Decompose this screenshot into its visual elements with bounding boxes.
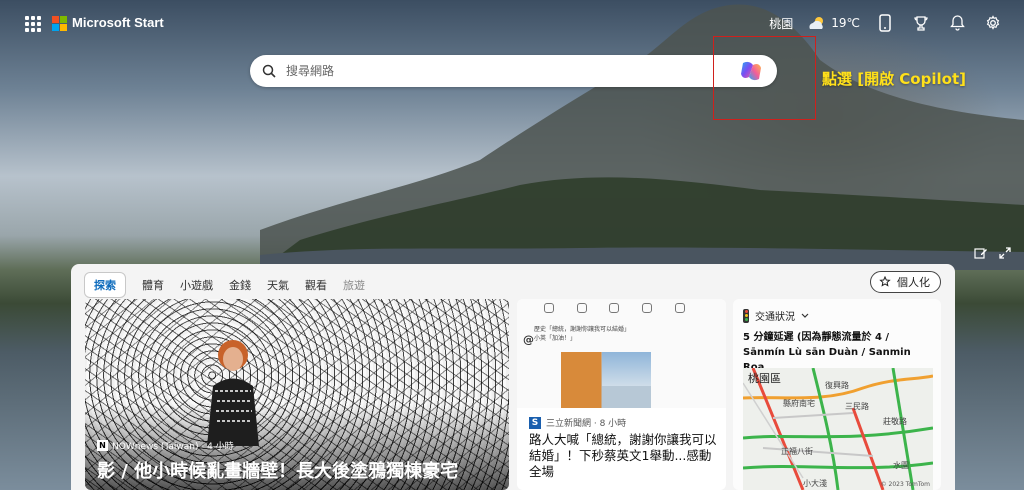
map-label-road: 水園	[893, 461, 909, 470]
traffic-map[interactable]: 桃園區 復興路 縣府南宅 三民路 莊敬路 正福八街 小大淺 水園 © 2023 …	[743, 368, 933, 490]
tab-weather[interactable]: 天氣	[259, 273, 297, 297]
brand-name[interactable]: Microsoft Start	[72, 15, 164, 30]
location-label[interactable]: 桃園	[769, 15, 793, 32]
search-icon	[262, 64, 276, 78]
weather-widget[interactable]: 19℃	[807, 15, 860, 31]
nownews-logo-icon: N	[97, 440, 108, 451]
thumbnail-caption: 歷史「總統，謝謝你讓我可以結婚」 小英「加油！」	[534, 326, 631, 342]
instruction-annotation: 點選 [開啟 Copilot]	[822, 70, 966, 88]
news-source-text: 三立新聞網 · 8 小時	[546, 419, 627, 429]
map-label-city: 桃園區	[748, 372, 781, 385]
map-label-road: 莊敬路	[883, 417, 907, 426]
rewards-trophy-icon[interactable]	[910, 12, 932, 34]
top-bar: Microsoft Start 桃園 19℃	[0, 0, 1024, 48]
traffic-card: 交通狀況 5 分鐘延遲 (因為靜態流量於 4 / Sānmín Lù sān D…	[733, 299, 941, 490]
featured-source-text: NOWnews (Taiwan) · 4 小時	[112, 442, 234, 452]
news-thumbnail: @ 歷史「總統，謝謝你讓我可以結婚」 小英「加油！」	[517, 299, 726, 408]
building-photo	[561, 352, 651, 408]
map-label-road: 縣府南宅	[783, 399, 815, 408]
top-right-controls: 桃園 19℃	[769, 12, 1004, 34]
personalize-icon	[879, 276, 891, 287]
map-label-road: 復興路	[825, 381, 849, 390]
news-card[interactable]: @ 歷史「總統，謝謝你讓我可以結婚」 小英「加油！」 S 三立新聞網 · 8 小…	[517, 299, 726, 490]
news-headline[interactable]: 路人大喊「總統，謝謝你讓我可以結婚」！下秒蔡英文1舉動...感動全場	[529, 432, 719, 480]
map-copyright: © 2023 TomTom	[880, 481, 930, 488]
personalize-button[interactable]: 個人化	[870, 271, 941, 293]
expand-icon[interactable]	[997, 245, 1013, 261]
traffic-header-label: 交通狀況	[755, 312, 795, 323]
cloud-sun-icon	[809, 17, 824, 29]
setn-logo-icon: S	[529, 416, 541, 429]
threads-logo-icon: @	[523, 333, 534, 346]
map-label-road: 三民路	[845, 402, 869, 411]
background-image-tools	[973, 245, 1013, 261]
notification-bell-icon[interactable]	[946, 12, 968, 34]
personalize-label: 個人化	[897, 276, 930, 289]
traffic-light-icon	[743, 308, 749, 323]
map-label-road: 正福八街	[781, 447, 813, 456]
temperature: 19℃	[831, 16, 860, 30]
map-label-road: 小大淺	[803, 479, 827, 488]
settings-gear-icon[interactable]	[982, 12, 1004, 34]
featured-news-card[interactable]: N NOWnews (Taiwan) · 4 小時 影 / 他小時候亂畫牆壁！長…	[85, 299, 509, 490]
featured-source: N NOWnews (Taiwan) · 4 小時	[97, 439, 234, 452]
featured-headline[interactable]: 影 / 他小時候亂畫牆壁！長大後塗鴉獨棟豪宅	[97, 457, 458, 483]
person-figure-image	[207, 340, 259, 446]
tab-watch[interactable]: 觀看	[297, 273, 335, 297]
search-input[interactable]	[286, 64, 737, 78]
copilot-highlight-box	[713, 36, 816, 120]
traffic-header[interactable]: 交通狀況	[743, 308, 809, 323]
tab-money[interactable]: 金錢	[221, 273, 259, 297]
chevron-down-icon	[801, 313, 809, 318]
thumbnail-toolbar	[517, 303, 726, 313]
feed-tabs: 探索 體育 小遊戲 金錢 天氣 觀看 旅遊	[84, 272, 373, 298]
content-panel: 探索 體育 小遊戲 金錢 天氣 觀看 旅遊 個人化 N NOWnews (Tai…	[71, 264, 955, 490]
phone-icon[interactable]	[874, 12, 896, 34]
tab-discover[interactable]: 探索	[84, 272, 126, 298]
tab-sports[interactable]: 體育	[134, 273, 172, 297]
tab-travel[interactable]: 旅遊	[335, 273, 373, 297]
tab-games[interactable]: 小遊戲	[172, 273, 221, 297]
microsoft-logo-icon	[52, 16, 67, 31]
app-launcher-icon[interactable]	[25, 16, 41, 32]
search-bar	[250, 55, 777, 87]
edit-image-icon[interactable]	[973, 245, 989, 261]
news-source: S 三立新聞網 · 8 小時	[529, 416, 626, 429]
